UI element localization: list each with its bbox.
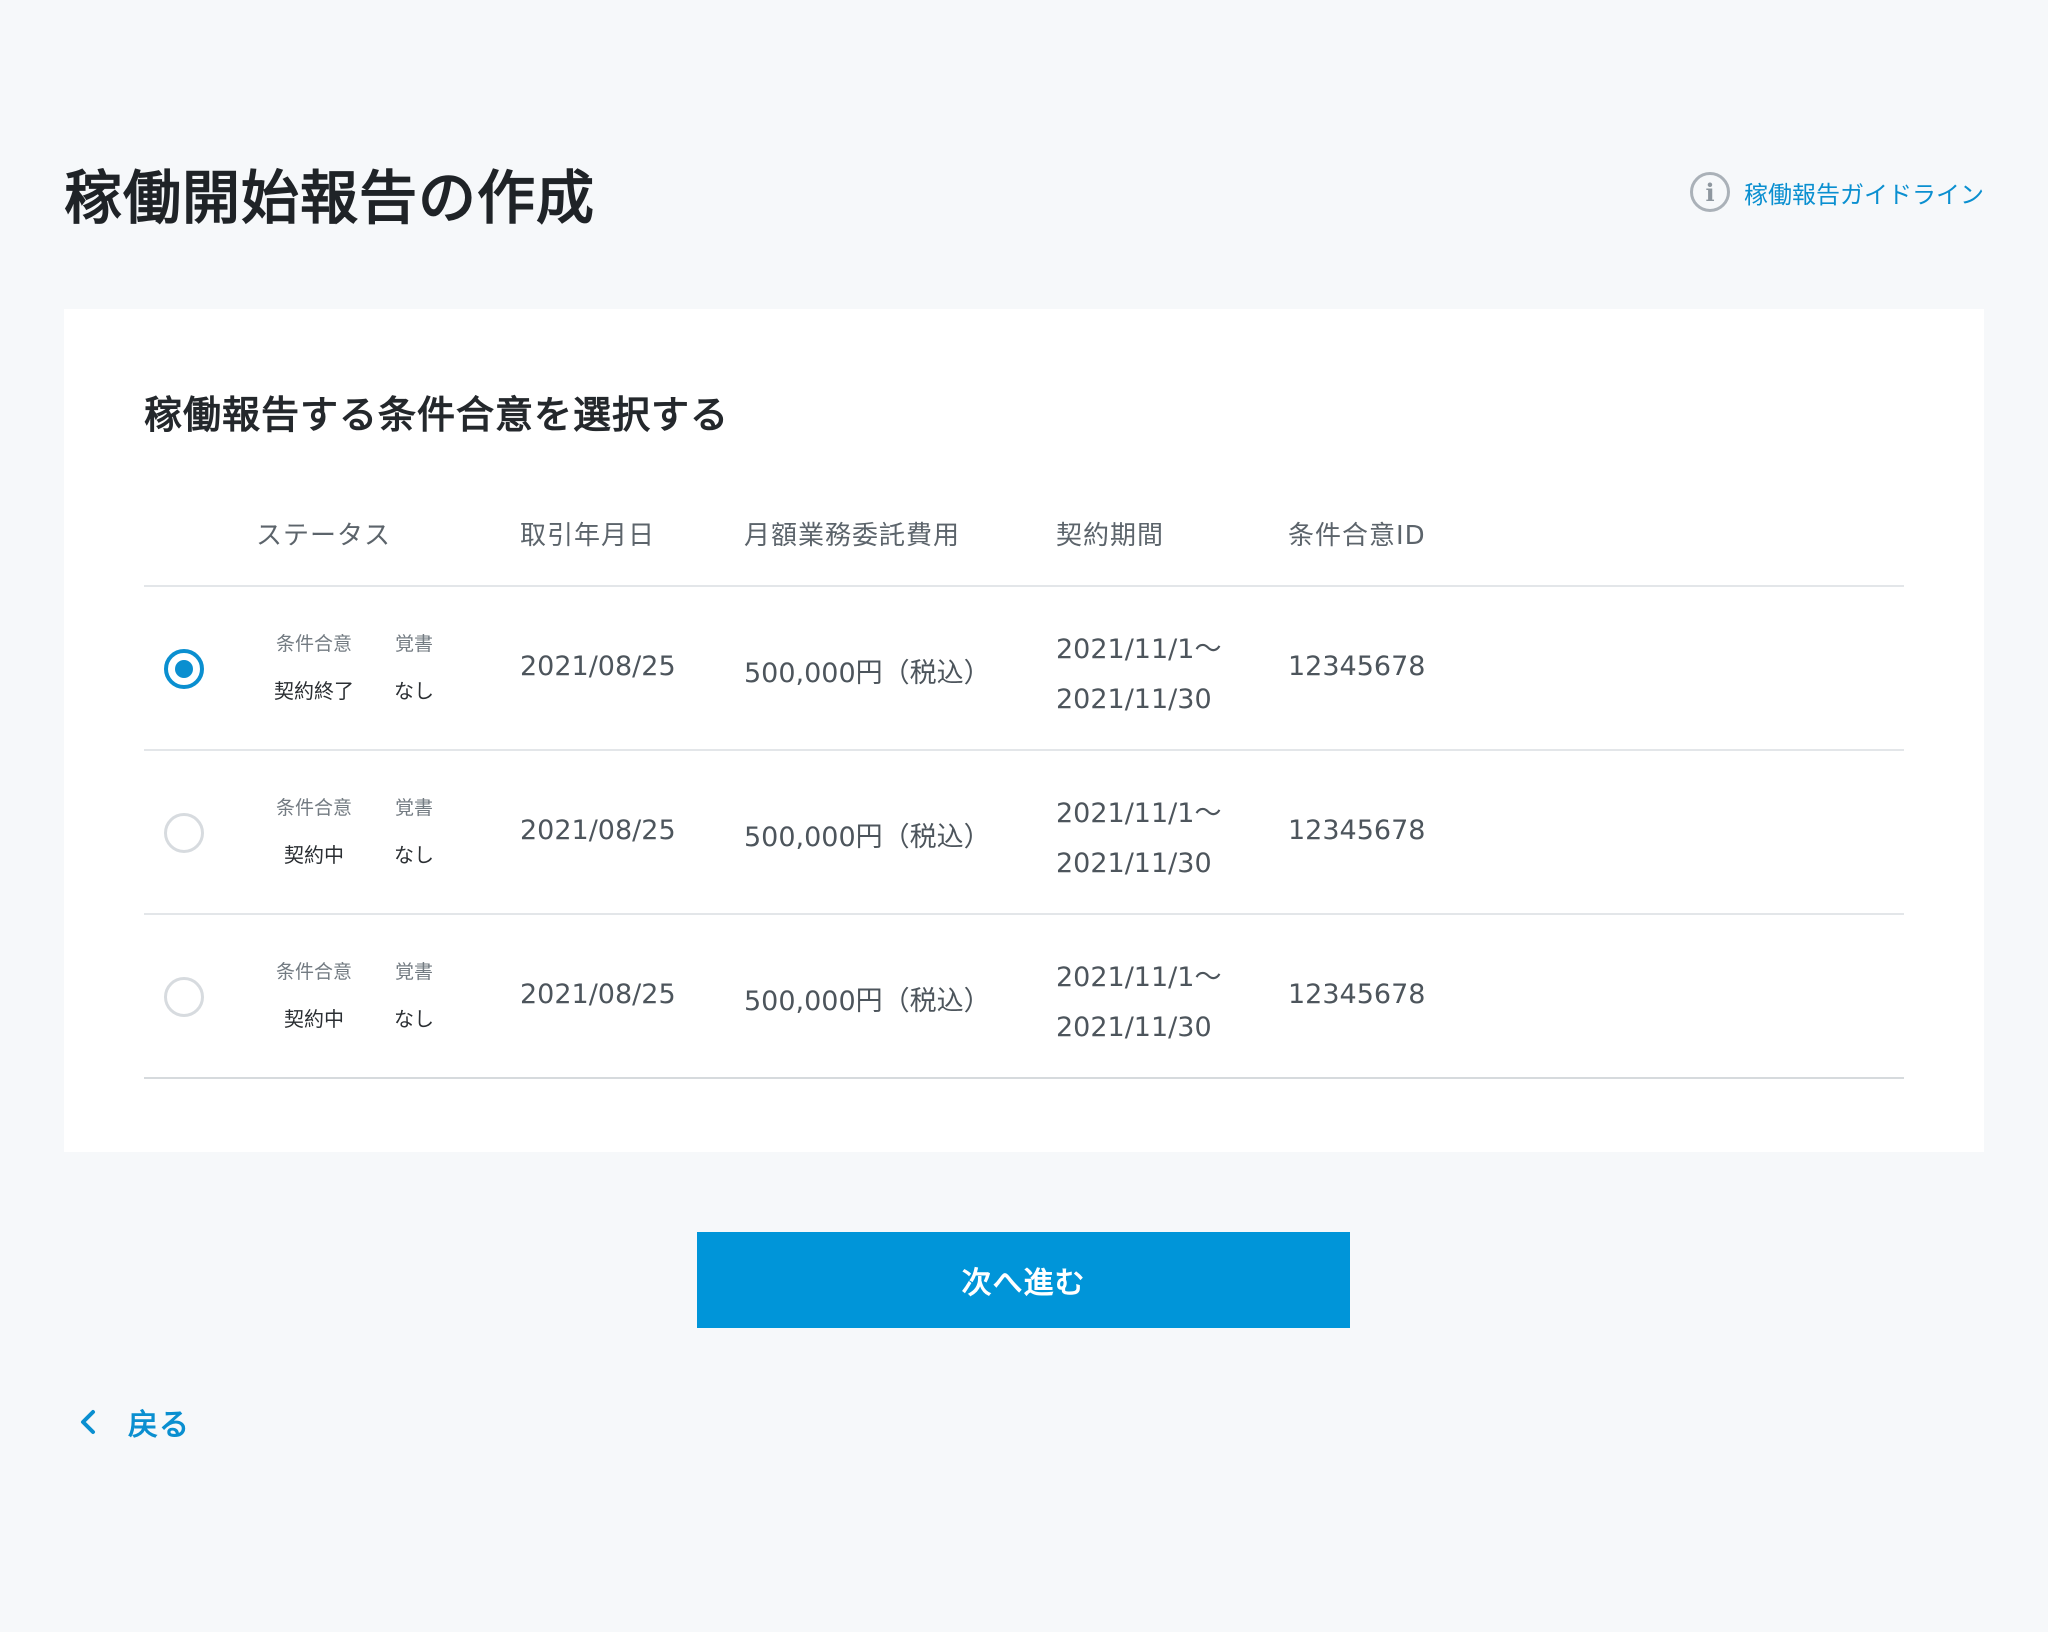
status-label-memo: 覚書 (394, 797, 433, 819)
table-row[interactable]: 条件合意 覚書 契約中 なし 2021/08/25 500,000円（税込） 2… (144, 751, 1904, 915)
page-title: 稼働開始報告の作成 (64, 164, 596, 232)
header-id: 条件合意ID (1288, 521, 1426, 551)
status-label-agreement: 条件合意 (275, 633, 352, 655)
period-start: 2021/11/1〜 (1056, 634, 1222, 665)
next-button[interactable]: 次へ進む (697, 1232, 1350, 1328)
page: 稼働開始報告の作成 i 稼働報告ガイドライン 稼働報告する条件合意を選択する ス… (0, 0, 2048, 1632)
date-cell: 2021/08/25 (520, 815, 676, 846)
back-link-label: 戻る (128, 1408, 190, 1443)
agreement-table: ステータス 取引年月日 月額業務委託費用 契約期間 条件合意ID 条件合意 覚書… (144, 503, 1904, 1079)
table-header: ステータス 取引年月日 月額業務委託費用 契約期間 条件合意ID (144, 503, 1904, 587)
period-cell: 2021/11/1〜 2021/11/30 (1056, 789, 1221, 889)
period-cell: 2021/11/1〜 2021/11/30 (1056, 953, 1221, 1053)
header-date: 取引年月日 (520, 521, 656, 551)
date-cell: 2021/08/25 (520, 651, 676, 682)
id-cell: 12345678 (1288, 979, 1426, 1010)
status-label-agreement: 条件合意 (275, 961, 352, 983)
back-link[interactable]: 戻る (76, 1400, 190, 1444)
period-start: 2021/11/1〜 (1056, 798, 1222, 829)
guideline-link-label: 稼働報告ガイドライン (1744, 180, 1984, 209)
period-end: 2021/11/30 (1056, 684, 1212, 715)
agreement-selection-card: 稼働報告する条件合意を選択する ステータス 取引年月日 月額業務委託費用 契約期… (64, 309, 1984, 1152)
fee-cell: 500,000円（税込） (744, 986, 991, 1017)
id-cell: 12345678 (1288, 651, 1426, 682)
status-label-memo: 覚書 (394, 633, 433, 655)
row-radio-button[interactable] (164, 649, 204, 689)
fee-cell: 500,000円（税込） (744, 658, 991, 689)
date-cell: 2021/08/25 (520, 979, 676, 1010)
card-title: 稼働報告する条件合意を選択する (144, 393, 730, 437)
header-period: 契約期間 (1056, 521, 1165, 551)
header-fee: 月額業務委託費用 (744, 521, 961, 551)
status-value-memo: なし (394, 679, 434, 703)
table-row[interactable]: 条件合意 覚書 契約終了 なし 2021/08/25 500,000円（税込） … (144, 587, 1904, 751)
table-row[interactable]: 条件合意 覚書 契約中 なし 2021/08/25 500,000円（税込） 2… (144, 915, 1904, 1079)
info-icon: i (1690, 172, 1730, 212)
status-label-agreement: 条件合意 (275, 797, 352, 819)
period-cell: 2021/11/1〜 2021/11/30 (1056, 625, 1221, 725)
header-status: ステータス (256, 521, 392, 551)
status-value-agreement: 契約中 (284, 843, 344, 867)
chevron-left-icon (81, 1410, 95, 1434)
status-value-memo: なし (394, 843, 434, 867)
row-radio-button[interactable] (164, 977, 204, 1017)
row-radio-button[interactable] (164, 813, 204, 853)
status-value-agreement: 契約終了 (274, 679, 354, 703)
id-cell: 12345678 (1288, 815, 1426, 846)
status-value-agreement: 契約中 (284, 1007, 344, 1031)
period-end: 2021/11/30 (1056, 848, 1212, 879)
status-value-memo: なし (394, 1007, 434, 1031)
period-start: 2021/11/1〜 (1056, 962, 1222, 993)
period-end: 2021/11/30 (1056, 1012, 1212, 1043)
status-label-memo: 覚書 (394, 961, 433, 983)
fee-cell: 500,000円（税込） (744, 822, 991, 853)
guideline-link[interactable]: i 稼働報告ガイドライン (1690, 172, 1984, 212)
